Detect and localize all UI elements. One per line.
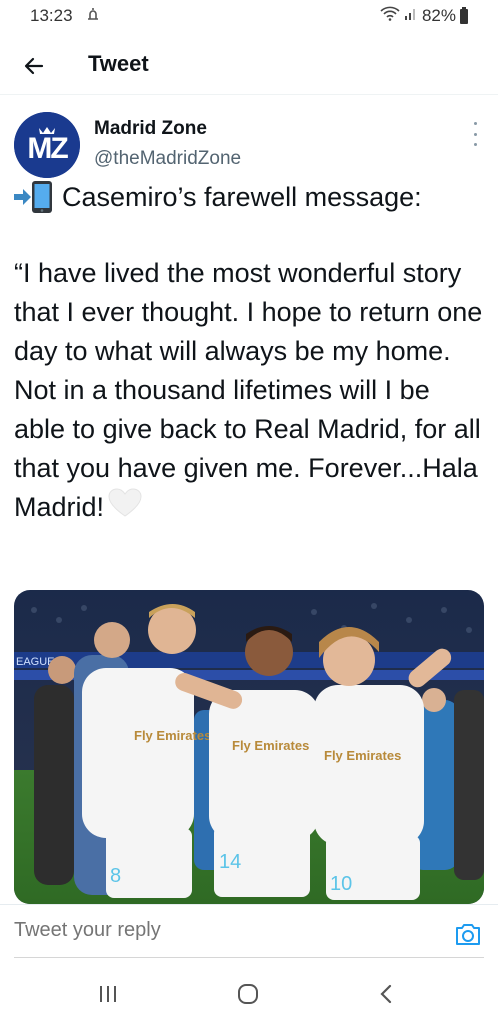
notification-icon <box>86 6 100 26</box>
photo-sponsor-left: Fly Emirates <box>134 728 211 743</box>
white-heart-icon <box>108 488 142 529</box>
photo-number-10: 10 <box>330 873 352 895</box>
tweet-heading-line: Casemiro’s farewell message: <box>14 180 484 214</box>
mobile-phone-arrow-icon <box>14 180 54 214</box>
avatar[interactable]: MZ <box>14 112 80 178</box>
arrow-left-icon <box>24 57 44 75</box>
reply-bar <box>0 904 498 961</box>
more-vertical-icon <box>473 122 477 125</box>
avatar-initials: MZ <box>27 132 68 165</box>
wifi-icon <box>380 6 400 26</box>
status-bar: 13:23 82% <box>0 0 498 34</box>
system-back-button[interactable] <box>366 980 406 1008</box>
tweet-heading-text: Casemiro’s farewell message: <box>62 181 422 212</box>
photo-illustration: EAGUE 8 Fly Emirates 14 Fly Emirates 10 … <box>14 590 484 904</box>
photo-number-14: 14 <box>219 851 241 873</box>
recent-apps-button[interactable] <box>88 980 128 1008</box>
top-app-bar: Tweet <box>0 38 498 95</box>
camera-icon <box>456 924 480 945</box>
home-icon <box>238 984 258 1004</box>
page-title: Tweet <box>88 51 149 76</box>
photo-sponsor-middle: Fly Emirates <box>232 738 309 753</box>
reply-input[interactable] <box>14 919 394 942</box>
reply-divider <box>14 957 484 958</box>
photo-number-8: 8 <box>110 865 121 887</box>
more-options-button[interactable] <box>470 122 480 146</box>
chevron-left-icon <box>380 984 392 1004</box>
tweet-author: MZ Madrid Zone @theMadridZone <box>0 108 498 180</box>
status-time: 13:23 <box>30 6 73 25</box>
back-button[interactable] <box>16 48 52 84</box>
battery-percent: 82% <box>421 6 456 25</box>
photo-sponsor-right: Fly Emirates <box>324 748 401 763</box>
tweet-media-photo[interactable]: EAGUE 8 Fly Emirates 14 Fly Emirates 10 … <box>14 590 484 904</box>
tweet-text: “I have lived the most wonderful story t… <box>14 254 484 529</box>
author-display-name[interactable]: Madrid Zone <box>94 118 207 140</box>
signal-icon <box>404 6 418 26</box>
recent-apps-icon <box>100 986 116 1002</box>
tweet-body: “I have lived the most wonderful story t… <box>14 258 490 522</box>
home-button[interactable] <box>228 980 268 1008</box>
author-handle[interactable]: @theMadridZone <box>94 148 241 170</box>
battery-icon <box>460 6 468 24</box>
system-navigation-bar <box>0 962 498 1024</box>
camera-button[interactable] <box>454 921 482 947</box>
